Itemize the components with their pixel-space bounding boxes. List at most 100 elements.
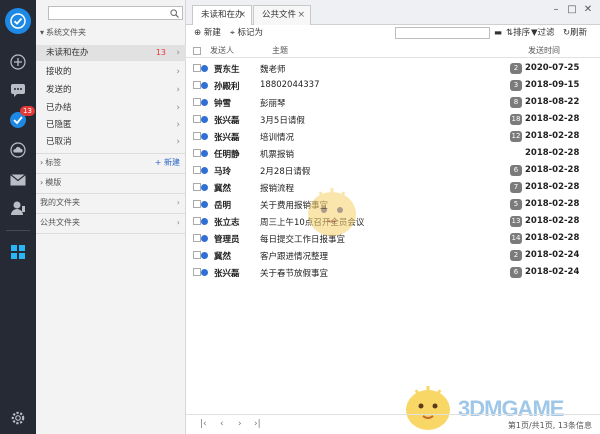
table-row[interactable]: 张兴磊 3月5日请假 18 2018-02-28 — [186, 111, 600, 128]
row-checkbox[interactable] — [193, 166, 201, 174]
chevron-right-icon: › — [176, 137, 180, 147]
add-icon[interactable] — [8, 52, 28, 72]
row-checkbox[interactable] — [193, 183, 201, 191]
row-sender: 马玲 — [214, 167, 232, 177]
table-row[interactable]: 马玲 2月28日请假 6 2018-02-28 — [186, 162, 600, 179]
header-subject[interactable]: 主题 — [272, 45, 288, 56]
row-subject: 2月28日请假 — [260, 167, 311, 177]
settings-gear-icon[interactable] — [8, 408, 28, 428]
section-templates[interactable]: › 模版 — [36, 176, 186, 190]
apps-grid-icon[interactable] — [8, 242, 28, 262]
app-logo-icon[interactable] — [5, 8, 31, 34]
close-icon[interactable]: × — [297, 6, 305, 24]
table-row[interactable]: 冀然 报销流程 7 2018-02-28 — [186, 179, 600, 196]
reply-count-badge: 6 — [510, 165, 522, 176]
close-icon[interactable]: × — [238, 6, 246, 24]
sort-button[interactable]: ⇅排序 — [506, 27, 530, 39]
folder-item-unread[interactable]: 未读和在办 13 › — [36, 45, 186, 61]
pager-info: 第1页/共1页, 13条信息 — [507, 421, 592, 430]
row-date: 2018-02-28 — [525, 216, 580, 226]
prev-page-button[interactable]: ‹ — [220, 419, 224, 429]
chevron-right-icon: › — [176, 103, 180, 113]
header-sender[interactable]: 发送人 — [210, 45, 234, 56]
caret-right-icon: › — [40, 158, 44, 167]
folder-item-cancelled[interactable]: 已取消 › — [36, 134, 186, 150]
app-window: 13 ▾ 系统文件夹 未读和在办 13 › 接收的 › 发送的 › 已办结 › 已隐匿 › 已… — [0, 0, 600, 434]
row-subject: 培训情况 — [260, 133, 295, 143]
row-checkbox[interactable] — [193, 234, 201, 242]
filter-button[interactable]: ▼过滤 — [531, 27, 555, 39]
search-icon — [170, 9, 179, 18]
row-checkbox[interactable] — [193, 268, 201, 276]
first-page-button[interactable]: |‹ — [200, 419, 207, 429]
table-row[interactable]: 孙殿利 18802044337 3 2018-09-15 — [186, 77, 600, 94]
table-row[interactable]: 钟雪 彭丽琴 8 2018-08-22 — [186, 94, 600, 111]
row-subject: 机票报销 — [260, 150, 295, 160]
refresh-button[interactable]: ↻刷新 — [563, 27, 587, 39]
sidebar-search-input[interactable] — [48, 6, 183, 20]
reply-count-badge: 3 — [510, 80, 522, 91]
pager: |‹ ‹ › ›| 第1页/共1页, 13条信息 — [186, 414, 600, 434]
section-my-folders[interactable]: 我的文件夹 › — [36, 196, 186, 210]
folder-item-hidden[interactable]: 已隐匿 › — [36, 117, 186, 133]
row-checkbox[interactable] — [193, 115, 201, 123]
mail-icon[interactable] — [8, 170, 28, 190]
row-checkbox[interactable] — [193, 132, 201, 140]
row-subject: 3月5日请假 — [260, 116, 305, 126]
contacts-icon[interactable] — [8, 198, 28, 218]
select-all-checkbox[interactable] — [193, 47, 201, 55]
table-row[interactable]: 任明静 机票报销 2018-02-28 — [186, 145, 600, 162]
mark-as-button[interactable]: ⌖ 标记为 — [230, 27, 263, 39]
section-public-folders[interactable]: 公共文件夹 › — [36, 216, 186, 230]
row-checkbox[interactable] — [193, 64, 201, 72]
list-search-input[interactable] — [395, 27, 490, 39]
minimize-icon[interactable]: – — [550, 4, 562, 16]
cloud-icon[interactable] — [8, 140, 28, 160]
table-row[interactable]: 张立志周三上午10点召开全员会议132018-02-28 — [186, 213, 600, 230]
chat-icon[interactable] — [8, 80, 28, 100]
tab-unread[interactable]: 未读和在办 × — [192, 5, 252, 25]
unread-dot-icon — [201, 65, 208, 72]
new-button[interactable]: ⊕ 新建 — [194, 27, 221, 39]
folder-item-received[interactable]: 接收的 › — [36, 64, 186, 80]
close-window-icon[interactable]: ✕ — [582, 4, 594, 16]
row-sender: 张兴磊 — [214, 133, 240, 143]
next-page-button[interactable]: › — [238, 419, 242, 429]
table-row[interactable]: 张兴磊 培训情况 12 2018-02-28 — [186, 128, 600, 145]
sidebar-divider — [36, 233, 186, 234]
row-sender: 贾东生 — [214, 65, 240, 75]
sidebar-divider — [36, 213, 186, 214]
table-row[interactable]: 岳明 关于费用报销事宜 5 2018-02-28 — [186, 196, 600, 213]
row-date: 2018-02-24 — [525, 250, 580, 260]
row-checkbox[interactable] — [193, 81, 201, 89]
row-checkbox[interactable] — [193, 251, 201, 259]
chevron-right-icon: › — [176, 48, 180, 58]
table-header: 发送人 主题 发送时间 — [186, 43, 600, 58]
folder-item-done[interactable]: 已办结 › — [36, 100, 186, 116]
caret-right-icon: › — [40, 178, 44, 187]
reply-count-badge: 13 — [510, 216, 522, 227]
row-subject: 报销流程 — [260, 184, 295, 194]
table-row[interactable]: 管理员 每日提交工作日报事宜 14 2018-02-28 — [186, 230, 600, 247]
row-checkbox[interactable] — [193, 98, 201, 106]
folder-item-sent[interactable]: 发送的 › — [36, 82, 186, 98]
row-subject: 彭丽琴 — [260, 99, 286, 109]
header-date[interactable]: 发送时间 — [528, 45, 560, 56]
maximize-icon[interactable]: □ — [566, 4, 578, 16]
row-checkbox[interactable] — [193, 200, 201, 208]
table-row[interactable]: 冀然 客户跟进情况整理 2 2018-02-24 — [186, 247, 600, 264]
row-checkbox[interactable] — [193, 149, 201, 157]
new-tag-button[interactable]: + 新建 — [155, 156, 180, 170]
section-system-folders[interactable]: ▾ 系统文件夹 — [36, 26, 186, 40]
tab-public-files[interactable]: 公共文件 × — [253, 5, 311, 25]
row-date: 2018-09-15 — [525, 80, 580, 90]
section-tags[interactable]: › 标签 + 新建 — [36, 156, 186, 170]
row-sender: 管理员 — [214, 235, 240, 245]
last-page-button[interactable]: ›| — [254, 419, 261, 429]
table-row[interactable]: 贾东生 魏老师 2 2020-07-25 — [186, 60, 600, 77]
table-row[interactable]: 张兴磊 关于春节放假事宜 6 2018-02-24 — [186, 264, 600, 281]
row-date: 2018-02-28 — [525, 148, 580, 158]
row-checkbox[interactable] — [193, 217, 201, 225]
row-date: 2018-02-28 — [525, 182, 580, 192]
folder-icon[interactable]: ▬ — [494, 27, 502, 39]
